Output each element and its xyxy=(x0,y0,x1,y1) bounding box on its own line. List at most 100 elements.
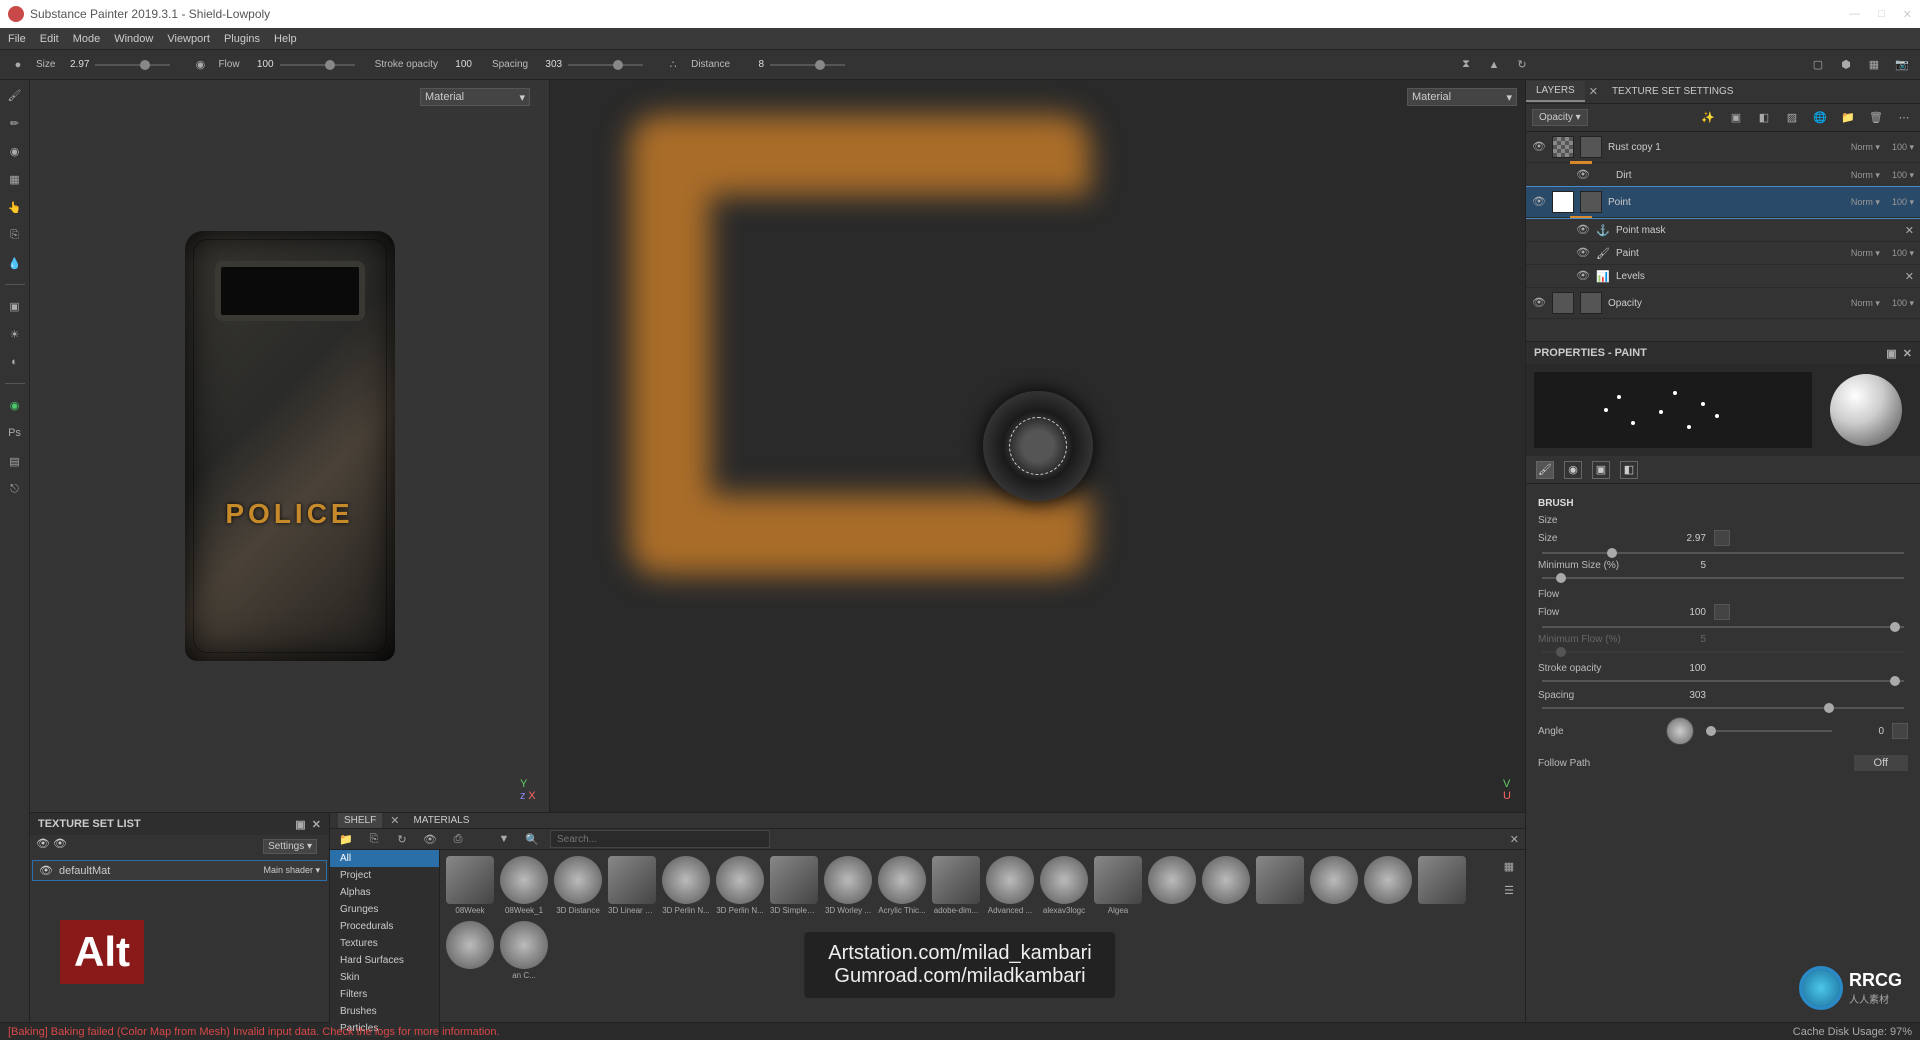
stroke-slider[interactable] xyxy=(1542,680,1904,682)
tab-layers[interactable]: LAYERS xyxy=(1526,81,1585,102)
minimize-button[interactable]: — xyxy=(1849,8,1860,21)
grid-view-icon[interactable]: ▦ xyxy=(1499,856,1519,876)
stencil-mode-icon[interactable]: ▣ xyxy=(1592,461,1610,479)
delete-layer-icon[interactable]: 🗑 xyxy=(1866,108,1886,128)
shelf-category[interactable]: Filters xyxy=(330,986,439,1003)
spacing-slider[interactable] xyxy=(1542,707,1904,709)
brush-preview-icon[interactable]: ● xyxy=(8,55,28,75)
prop-stroke-value[interactable]: 100 xyxy=(1666,663,1706,674)
layer-row[interactable]: 👁PointNorm ▾100 ▾ xyxy=(1526,187,1920,218)
layer-row[interactable]: 👁🖌PaintNorm ▾100 ▾ xyxy=(1526,242,1920,265)
shelf-thumbnail[interactable]: adobe-dim... xyxy=(932,856,980,915)
search-input[interactable] xyxy=(550,830,770,848)
alpha-mode-icon[interactable]: ◉ xyxy=(1564,461,1582,479)
shelf-category[interactable]: Hard Surfaces xyxy=(330,952,439,969)
settings-dropdown[interactable]: Settings ▾ xyxy=(263,839,317,854)
add-layer-icon[interactable]: ◧ xyxy=(1754,108,1774,128)
prop-size-value[interactable]: 2.97 xyxy=(1666,533,1706,544)
layers-tab-close-icon[interactable]: ✕ xyxy=(1585,81,1602,102)
shelf-close-icon[interactable]: ✕ xyxy=(1510,833,1519,846)
substance-icon[interactable]: ◉ xyxy=(6,396,24,414)
menu-plugins[interactable]: Plugins xyxy=(224,33,260,45)
layer-row[interactable]: 👁Rust copy 1Norm ▾100 ▾ xyxy=(1526,132,1920,163)
shelf-category[interactable]: Grunges xyxy=(330,901,439,918)
layer-blend[interactable]: Norm ▾ xyxy=(1851,170,1880,181)
layer-row[interactable]: 👁OpacityNorm ▾100 ▾ xyxy=(1526,288,1920,319)
quick-mask-icon[interactable]: ▣ xyxy=(6,297,24,315)
shader-dropdown[interactable]: Main shader ▾ xyxy=(263,865,320,876)
shelf-thumbnail[interactable] xyxy=(1256,856,1304,915)
mask-icon[interactable]: ▣ xyxy=(1726,108,1746,128)
shelf-category[interactable]: Brushes xyxy=(330,1003,439,1020)
size-value[interactable]: 2.97 xyxy=(61,59,89,70)
layer-blend[interactable]: Norm ▾ xyxy=(1851,142,1880,153)
perspective-icon[interactable]: ▲ xyxy=(1484,55,1504,75)
prop-flow-value[interactable]: 100 xyxy=(1666,607,1706,618)
shelf-thumbnail[interactable]: alexav3logc xyxy=(1040,856,1088,915)
blend-mode-dropdown[interactable]: Opacity ▾ xyxy=(1532,109,1588,126)
tab-materials[interactable]: MATERIALS xyxy=(407,813,475,828)
more-icon[interactable]: ⋯ xyxy=(1894,108,1914,128)
shelf-thumbnail[interactable]: 3D Distance xyxy=(554,856,602,915)
visibility-toggle-icon[interactable]: 👁 👁 xyxy=(36,837,67,856)
projection-tool-icon[interactable]: ◉ xyxy=(6,142,24,160)
panel-close-icon[interactable]: ✕ xyxy=(312,819,321,831)
distance-slider[interactable] xyxy=(770,64,845,66)
material-mode-icon[interactable]: ◧ xyxy=(1620,461,1638,479)
import-icon[interactable]: ⎘ xyxy=(364,829,384,849)
smudge-tool-icon[interactable]: 👆 xyxy=(6,198,24,216)
folder-icon[interactable]: 📁 xyxy=(336,829,356,849)
shelf-category[interactable]: Textures xyxy=(330,935,439,952)
smart-material-icon[interactable]: 🌐 xyxy=(1810,108,1830,128)
layer-thumb[interactable] xyxy=(1552,292,1574,314)
eye-icon[interactable]: 👁 xyxy=(1532,140,1546,154)
layer-blend[interactable]: Norm ▾ xyxy=(1851,197,1880,208)
polyfill-tool-icon[interactable]: ▦ xyxy=(6,170,24,188)
alpha-preview[interactable] xyxy=(1534,372,1812,448)
shelf-category[interactable]: Skin xyxy=(330,969,439,986)
effects-icon[interactable]: ✨ xyxy=(1698,108,1718,128)
material-preview[interactable] xyxy=(1820,372,1912,448)
menu-edit[interactable]: Edit xyxy=(40,33,59,45)
list-view-icon[interactable]: ☰ xyxy=(1499,880,1519,900)
minsize-slider[interactable] xyxy=(1542,577,1904,579)
eye-icon[interactable]: 👁 xyxy=(1532,195,1546,209)
distance-value[interactable]: 8 xyxy=(736,59,764,70)
add-fill-icon[interactable]: ▨ xyxy=(1782,108,1802,128)
save-icon[interactable]: ⎙ xyxy=(448,829,468,849)
shelf-thumbnail[interactable] xyxy=(1148,856,1196,915)
rotate-icon[interactable]: ↻ xyxy=(1512,55,1532,75)
remove-effect-icon[interactable]: ✕ xyxy=(1905,270,1914,283)
size-slider[interactable] xyxy=(1542,552,1904,554)
layer-row[interactable]: 👁📊Levels✕ xyxy=(1526,265,1920,288)
visibility-icon[interactable]: 👁 xyxy=(420,829,440,849)
props-undock-icon[interactable]: ▣ xyxy=(1886,348,1896,360)
views-icon[interactable]: ▦ xyxy=(1864,55,1884,75)
tab-texture-set-settings[interactable]: TEXTURE SET SETTINGS xyxy=(1602,82,1744,101)
stroke-opacity-value[interactable]: 100 xyxy=(444,59,472,70)
shelf-thumbnail[interactable] xyxy=(1310,856,1358,915)
resources-icon[interactable]: ▤ xyxy=(6,452,24,470)
maximize-button[interactable]: □ xyxy=(1878,8,1885,21)
shelf-category[interactable]: All xyxy=(330,850,439,867)
layer-opacity[interactable]: 100 ▾ xyxy=(1892,142,1914,153)
shelf-thumbnail[interactable]: 3D Perlin N... xyxy=(716,856,764,915)
shelf-thumbnail[interactable]: 3D Perlin N... xyxy=(662,856,710,915)
iray-icon[interactable]: ◐ xyxy=(6,353,24,371)
followpath-toggle[interactable]: Off xyxy=(1854,755,1908,771)
menu-viewport[interactable]: Viewport xyxy=(167,33,210,45)
clone-tool-icon[interactable]: ⎘ xyxy=(6,226,24,244)
layer-row[interactable]: 👁DirtNorm ▾100 ▾ xyxy=(1526,164,1920,187)
filter-icon[interactable]: ▼ xyxy=(494,829,514,849)
eye-icon[interactable]: 👁 xyxy=(1576,223,1590,237)
layer-mask-thumb[interactable] xyxy=(1580,191,1602,213)
shelf-thumbnail[interactable] xyxy=(1202,856,1250,915)
layer-opacity[interactable]: 100 ▾ xyxy=(1892,248,1914,259)
eye-icon[interactable]: 👁 xyxy=(1532,296,1546,310)
shelf-thumbnail[interactable]: 08Week xyxy=(446,856,494,915)
shelf-thumbnail[interactable]: 3D Worley ... xyxy=(824,856,872,915)
texture-set-row[interactable]: 👁 defaultMat Main shader ▾ xyxy=(32,860,327,881)
shelf-thumbnail[interactable]: 08Week_1 xyxy=(500,856,548,915)
layer-mask-thumb[interactable] xyxy=(1580,136,1602,158)
spacing-slider[interactable] xyxy=(568,64,643,66)
